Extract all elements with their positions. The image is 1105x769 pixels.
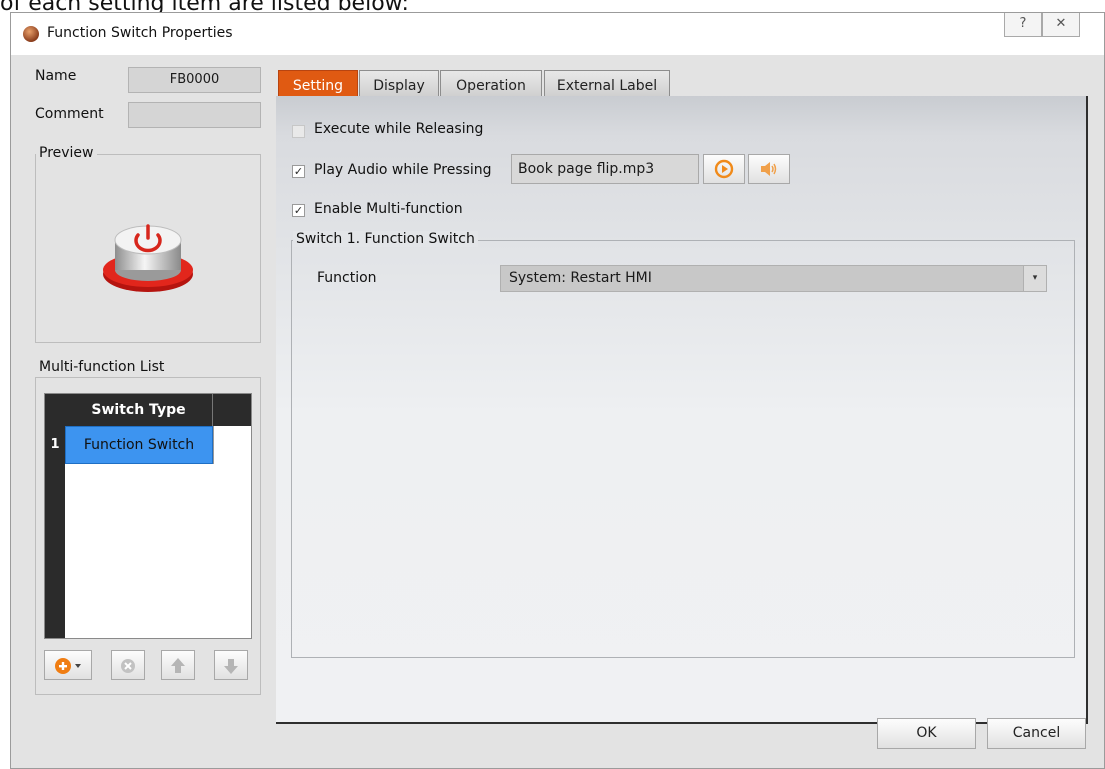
move-down-button[interactable] (214, 650, 248, 680)
close-icon: ✕ (1055, 16, 1067, 31)
power-button-preview-icon (103, 224, 193, 292)
tab-external-label[interactable]: External Label (544, 70, 670, 98)
execute-releasing-label: Execute while Releasing (314, 121, 484, 137)
move-up-button[interactable] (161, 650, 195, 680)
name-label: Name (35, 68, 77, 84)
title-bar: Function Switch Properties ? ✕ (11, 13, 1104, 55)
multifunction-legend: Multi-function List (36, 359, 168, 375)
column-header-switch-type: Switch Type (65, 394, 213, 426)
arrow-down-icon (224, 659, 238, 674)
audio-file-field[interactable]: Book page flip.mp3 (511, 154, 699, 184)
tab-operation[interactable]: Operation (440, 70, 542, 98)
tab-display[interactable]: Display (359, 70, 439, 98)
help-button[interactable]: ? (1004, 13, 1042, 37)
properties-dialog: Function Switch Properties ? ✕ Name FB00… (10, 12, 1105, 769)
speaker-icon (761, 162, 777, 176)
multifunction-list[interactable]: Switch Type 1 Function Switch (44, 393, 252, 639)
switch-group-legend: Switch 1. Function Switch (293, 231, 478, 247)
play-audio-label: Play Audio while Pressing (314, 162, 492, 178)
comment-input[interactable] (128, 102, 261, 128)
play-audio-checkbox[interactable]: ✓ (292, 165, 305, 178)
close-button[interactable]: ✕ (1042, 13, 1080, 37)
sound-settings-button[interactable] (748, 154, 790, 184)
play-audio-button[interactable] (703, 154, 745, 184)
function-select-value: System: Restart HMI (509, 270, 652, 286)
multi-function-label: Enable Multi-function (314, 201, 463, 217)
list-item-function-switch[interactable]: Function Switch (65, 426, 213, 464)
add-icon (55, 658, 81, 674)
tab-setting[interactable]: Setting (278, 70, 358, 98)
add-function-button[interactable] (44, 650, 92, 680)
cell-divider (213, 426, 214, 464)
app-icon (23, 26, 39, 42)
row-index: 1 (50, 437, 60, 452)
ok-button[interactable]: OK (877, 718, 976, 749)
cancel-button[interactable]: Cancel (987, 718, 1086, 749)
help-icon: ? (1019, 16, 1027, 31)
multi-function-checkbox[interactable]: ✓ (292, 204, 305, 217)
arrow-up-icon (171, 658, 185, 673)
switch-function-group (291, 240, 1075, 658)
play-icon (714, 159, 734, 179)
window-title: Function Switch Properties (47, 25, 233, 41)
delete-icon (121, 659, 135, 673)
execute-releasing-checkbox[interactable] (292, 125, 305, 138)
function-label: Function (317, 270, 377, 286)
chevron-down-icon: ▾ (1023, 266, 1046, 291)
preview-legend: Preview (36, 145, 97, 161)
comment-label: Comment (35, 106, 104, 122)
function-select[interactable]: System: Restart HMI ▾ (500, 265, 1047, 292)
delete-function-button[interactable] (111, 650, 145, 680)
name-field: FB0000 (128, 67, 261, 93)
